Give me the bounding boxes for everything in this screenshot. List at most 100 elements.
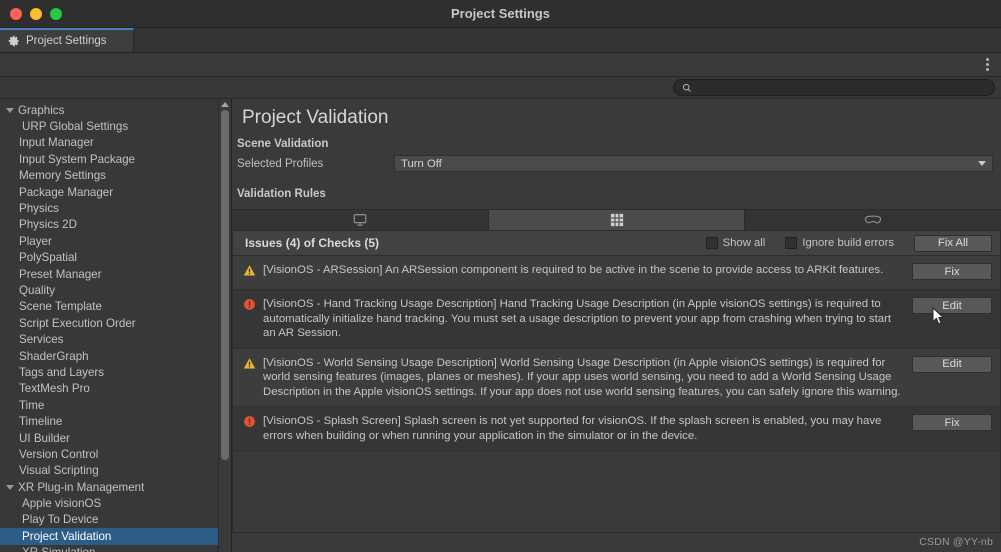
- selected-profiles-row: Selected Profiles Turn Off: [232, 154, 1001, 173]
- search-field[interactable]: [673, 79, 995, 96]
- sidebar-item-physics[interactable]: Physics: [0, 200, 231, 216]
- platform-tab-visionos-device[interactable]: [745, 210, 1001, 230]
- sidebar-scrollbar[interactable]: [218, 99, 231, 552]
- sidebar-item-visual-scripting[interactable]: Visual Scripting: [0, 463, 231, 479]
- issue-message: [VisionOS - Splash Screen] Splash screen…: [263, 415, 882, 442]
- sidebar-item-label: Apple visionOS: [22, 497, 102, 511]
- sidebar-scroll-thumb[interactable]: [221, 110, 229, 460]
- sidebar-item-shadergraph[interactable]: ShaderGraph: [0, 348, 231, 364]
- sidebar-item-textmesh-pro[interactable]: TextMesh Pro: [0, 381, 231, 397]
- tab-project-settings[interactable]: Project Settings: [0, 28, 134, 52]
- sidebar-item-project-validation[interactable]: Project Validation: [0, 528, 231, 545]
- sidebar-item-quality[interactable]: Quality: [0, 282, 231, 298]
- sidebar-item-physics-2d[interactable]: Physics 2D: [0, 217, 231, 233]
- sidebar-item-timeline[interactable]: Timeline: [0, 413, 231, 429]
- sidebar-item-label: Visual Scripting: [19, 464, 99, 478]
- panel-toolbar: [0, 53, 1001, 77]
- gear-icon: [8, 35, 19, 47]
- search-input[interactable]: [697, 82, 986, 93]
- sidebar-item-label: Graphics: [18, 103, 65, 117]
- page-title: Project Validation: [242, 107, 389, 128]
- sidebar-item-script-execution-order[interactable]: Script Execution Order: [0, 315, 231, 331]
- ignore-build-errors-label: Ignore build errors: [802, 237, 894, 249]
- sidebar-item-label: Package Manager: [19, 185, 114, 199]
- sidebar-item-label: XR Plug-in Management: [18, 480, 145, 494]
- window-title: Project Settings: [451, 6, 550, 21]
- selected-profiles-label: Selected Profiles: [237, 157, 324, 170]
- issue-row: [VisionOS - World Sensing Usage Descript…: [233, 348, 1000, 407]
- sidebar-item-preset-manager[interactable]: Preset Manager: [0, 266, 231, 282]
- sidebar-item-label: Physics 2D: [19, 218, 77, 232]
- error-icon: [243, 298, 259, 316]
- sidebar-item-version-control[interactable]: Version Control: [0, 446, 231, 462]
- expand-caret-icon[interactable]: [6, 484, 14, 490]
- sidebar-item-input-system-package[interactable]: Input System Package: [0, 151, 231, 167]
- issue-row: [VisionOS - Hand Tracking Usage Descript…: [233, 290, 1000, 349]
- sidebar-item-input-manager[interactable]: Input Manager: [0, 135, 231, 151]
- sidebar-item-label: ShaderGraph: [19, 349, 89, 363]
- selected-profiles-dropdown[interactable]: Turn Off: [394, 155, 993, 172]
- sidebar-item-player[interactable]: Player: [0, 233, 231, 249]
- show-all-label: Show all: [722, 237, 766, 249]
- close-window-button[interactable]: [10, 7, 22, 20]
- issue-row: [VisionOS - ARSession] An ARSession comp…: [233, 256, 1000, 290]
- sidebar-item-scene-template[interactable]: Scene Template: [0, 299, 231, 315]
- sidebar-item-label: XR Simulation: [22, 546, 95, 552]
- monitor-icon: [353, 214, 367, 226]
- validation-issues-panel: Issues (4) of Checks (5) Show all Ignore…: [232, 231, 1001, 533]
- sidebar-item-label: Scene Template: [19, 300, 102, 314]
- warning-icon: [243, 357, 259, 375]
- sidebar-item-services[interactable]: Services: [0, 331, 231, 347]
- ignore-build-errors-checkbox[interactable]: [785, 237, 798, 249]
- issue-action-button[interactable]: Edit: [912, 355, 992, 373]
- sidebar-item-label: Player: [19, 234, 52, 248]
- platform-tab-standalone[interactable]: [232, 210, 489, 230]
- sidebar-item-play-to-device[interactable]: Play To Device: [0, 512, 231, 528]
- more-options-icon[interactable]: [982, 55, 993, 74]
- sidebar-item-label: Quality: [19, 283, 56, 297]
- scroll-up-arrow-icon[interactable]: [221, 102, 229, 107]
- window-titlebar: Project Settings: [0, 0, 1001, 28]
- sidebar-item-label: Preset Manager: [19, 267, 102, 281]
- show-all-checkbox-group[interactable]: Show all: [705, 237, 766, 249]
- sidebar-item-memory-settings[interactable]: Memory Settings: [0, 168, 231, 184]
- warning-icon: [243, 264, 259, 282]
- sidebar-item-tags-and-layers[interactable]: Tags and Layers: [0, 364, 231, 380]
- sidebar-item-label: Script Execution Order: [19, 316, 136, 330]
- sidebar-item-apple-visionos[interactable]: Apple visionOS: [0, 495, 231, 511]
- fix-all-button[interactable]: Fix All: [914, 234, 992, 252]
- expand-caret-icon[interactable]: [6, 107, 14, 113]
- issue-action-button[interactable]: Fix: [912, 263, 992, 280]
- tab-label: Project Settings: [26, 35, 107, 47]
- sidebar-item-urp-global-settings[interactable]: URP Global Settings: [0, 118, 231, 134]
- issue-message: [VisionOS - Hand Tracking Usage Descript…: [263, 298, 892, 339]
- maximize-window-button[interactable]: [50, 7, 62, 20]
- sidebar-item-label: UI Builder: [19, 431, 70, 445]
- settings-tree: Graphics URP Global Settings Input Manager…: [0, 99, 231, 552]
- ignore-build-errors-checkbox-group[interactable]: Ignore build errors: [785, 237, 894, 249]
- sidebar-item-time[interactable]: Time: [0, 397, 231, 413]
- watermark: CSDN @YY-nb: [919, 536, 993, 548]
- sidebar-item-label: Timeline: [19, 415, 63, 429]
- platform-tab-visionos-build[interactable]: [488, 210, 746, 230]
- issue-row: [VisionOS - Splash Screen] Splash screen…: [233, 407, 1000, 451]
- sidebar-item-label: Memory Settings: [19, 169, 106, 183]
- sidebar-item-xr-plug-in-management[interactable]: XR Plug-in Management: [0, 479, 231, 495]
- sidebar-item-xr-simulation[interactable]: XR Simulation: [0, 545, 231, 552]
- issue-action-button[interactable]: Edit: [912, 297, 992, 314]
- sidebar-item-ui-builder[interactable]: UI Builder: [0, 430, 231, 446]
- show-all-checkbox[interactable]: [705, 237, 718, 249]
- project-settings-window: Project Settings Project Settings Graphi…: [0, 0, 1001, 552]
- sidebar-item-package-manager[interactable]: Package Manager: [0, 184, 231, 200]
- sidebar-item-label: URP Global Settings: [22, 120, 129, 134]
- settings-sidebar: Graphics URP Global Settings Input Manager…: [0, 99, 232, 552]
- sidebar-item-polyspatial[interactable]: PolySpatial: [0, 250, 231, 266]
- sidebar-item-label: Input Manager: [19, 136, 94, 150]
- sidebar-item-graphics[interactable]: Graphics: [0, 102, 231, 118]
- issues-list: [VisionOS - ARSession] An ARSession comp…: [233, 256, 1000, 451]
- issue-action-button[interactable]: Fix: [912, 414, 992, 431]
- validation-rules-header: Validation Rules: [237, 188, 326, 200]
- search-row: [0, 77, 1001, 99]
- minimize-window-button[interactable]: [30, 7, 42, 20]
- sidebar-item-label: PolySpatial: [19, 251, 78, 265]
